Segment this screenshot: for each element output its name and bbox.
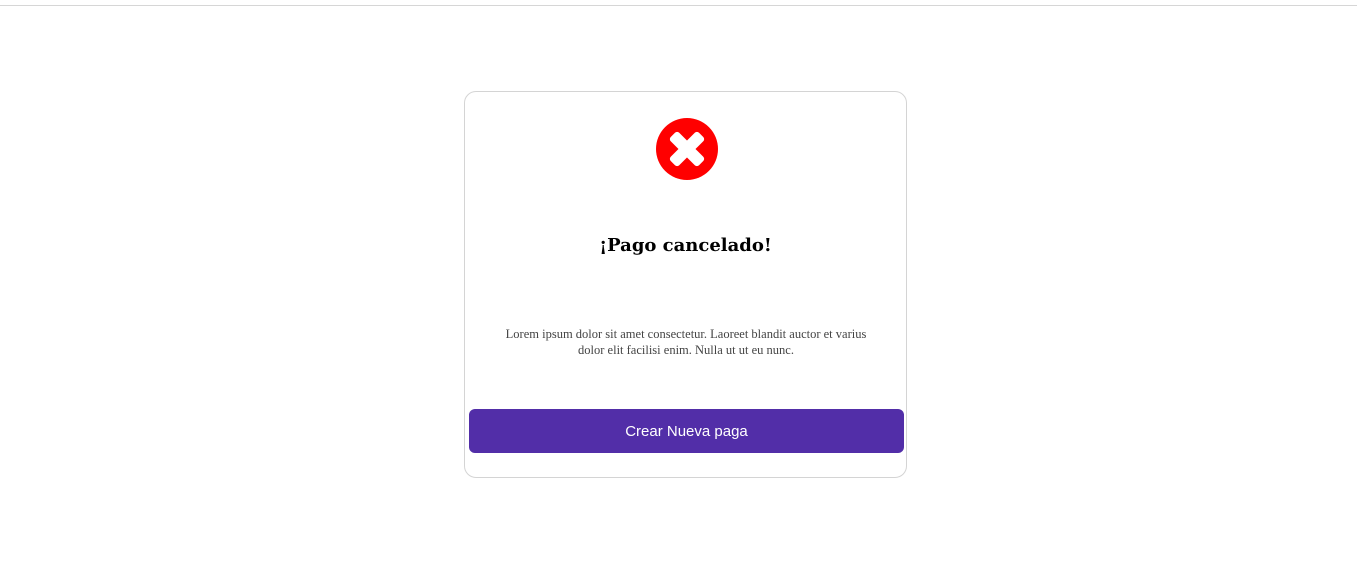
close-circle-icon <box>656 118 718 180</box>
payment-cancelled-card: ¡Pago cancelado! Lorem ipsum dolor sit a… <box>464 91 907 478</box>
page-title: ¡Pago cancelado! <box>599 235 772 256</box>
create-new-payment-button[interactable]: Crear Nueva paga <box>469 409 904 453</box>
description-text: Lorem ipsum dolor sit amet consectetur. … <box>505 327 867 357</box>
top-divider <box>0 5 1357 6</box>
